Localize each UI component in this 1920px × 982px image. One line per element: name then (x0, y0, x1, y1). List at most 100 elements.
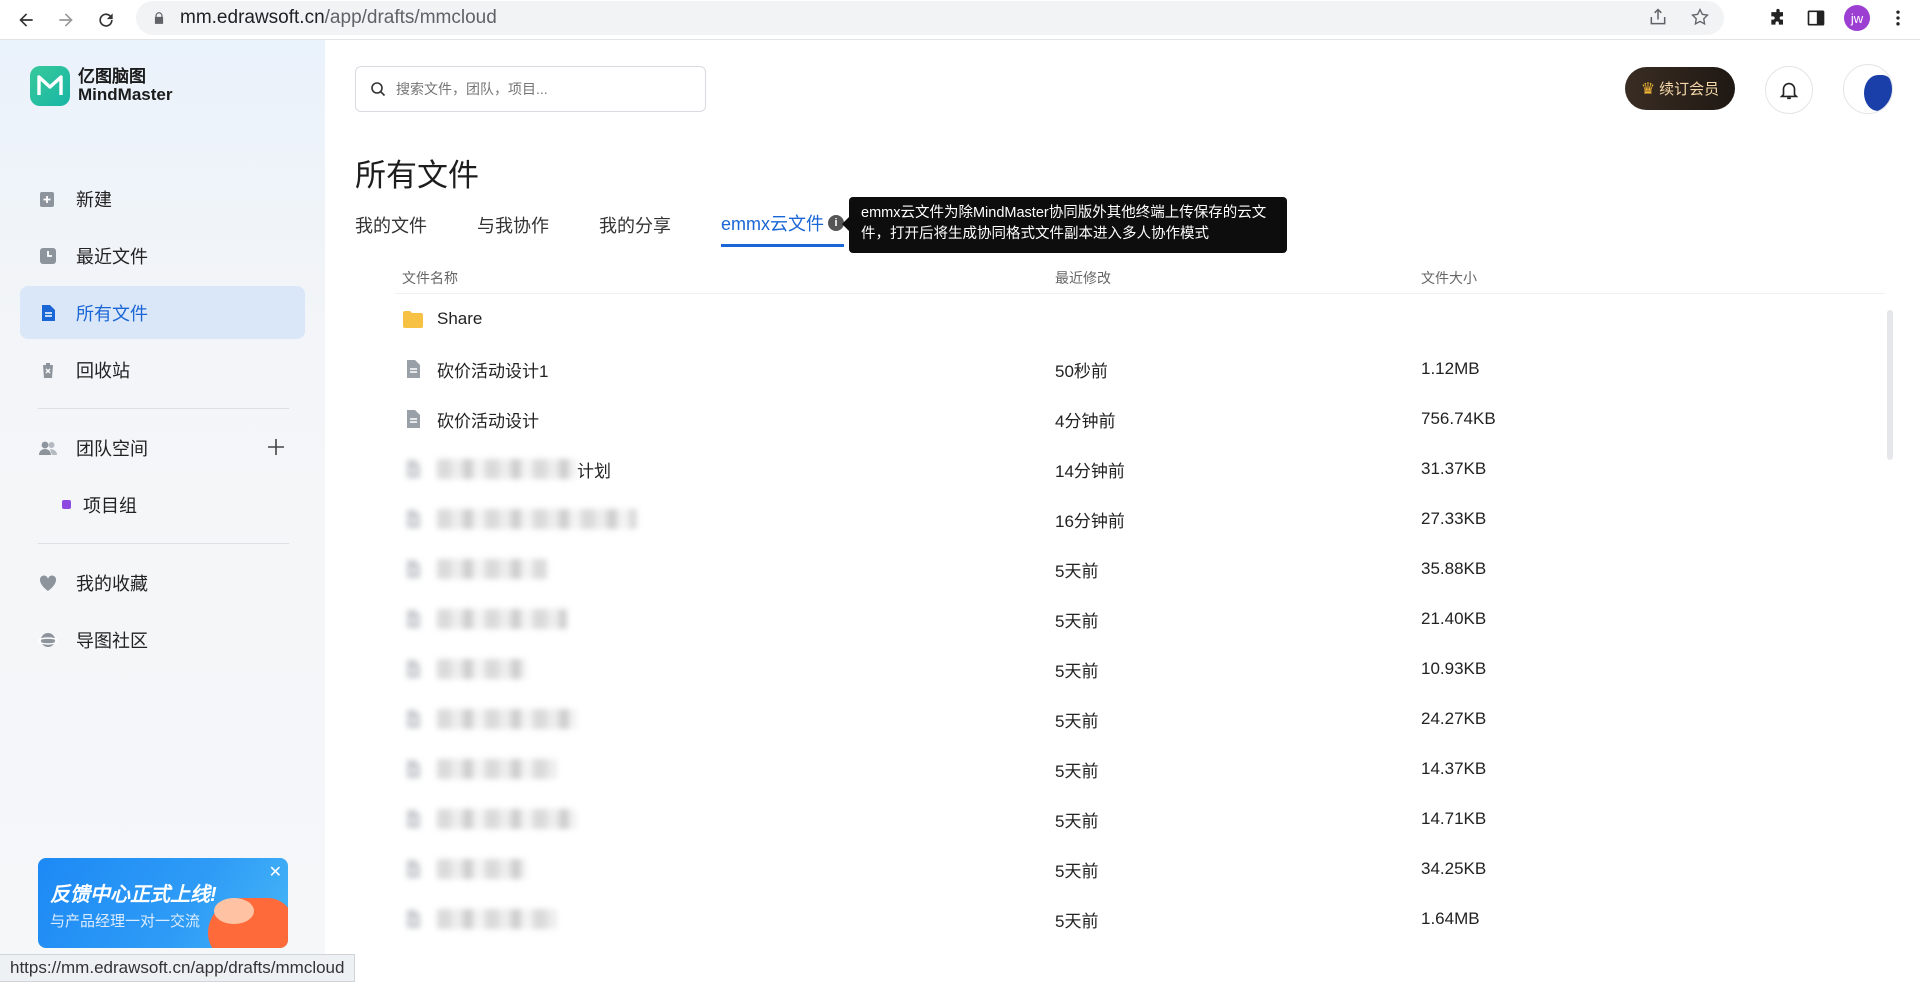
file-name-cell (395, 907, 1055, 931)
folder-icon (401, 307, 425, 331)
search-icon (371, 82, 386, 97)
sidebar-item-team-space[interactable]: 团队空间 (20, 421, 305, 474)
address-bar[interactable]: mm.edrawsoft.cn/app/drafts/mmcloud (136, 1, 1724, 35)
size-cell: 34.25KB (1421, 859, 1487, 878)
redacted-name (437, 559, 547, 579)
modified-cell: 5天前 (1055, 861, 1099, 881)
sidebar-item-label: 导图社区 (76, 630, 148, 651)
add-team-icon[interactable] (265, 436, 287, 458)
document-icon (401, 657, 425, 681)
table-row[interactable]: 5天前 21.40KB (395, 594, 1885, 644)
table-row[interactable]: Share (395, 294, 1885, 344)
more-vert-icon[interactable] (1888, 8, 1908, 28)
table-row[interactable]: 5天前 10.93KB (395, 644, 1885, 694)
new-file-icon (38, 189, 58, 209)
close-icon[interactable]: ✕ (269, 862, 282, 882)
tab-my-shares[interactable]: 我的分享 (599, 210, 671, 247)
document-icon (401, 707, 425, 731)
sidebar-item-project-group[interactable]: 项目组 (20, 478, 305, 531)
column-size[interactable]: 文件大小 (1421, 268, 1721, 288)
renew-membership-button[interactable]: ♛ 续订会员 (1625, 67, 1735, 110)
extensions-icon[interactable] (1768, 8, 1788, 28)
renew-label: 续订会员 (1659, 81, 1720, 98)
table-row[interactable]: 计划 14分钟前 31.37KB (395, 444, 1885, 494)
notifications-button[interactable] (1765, 66, 1813, 114)
redacted-name (437, 509, 637, 529)
table-row[interactable]: 16分钟前 27.33KB (395, 494, 1885, 544)
sidebar-item-label: 所有文件 (76, 303, 148, 324)
redacted-name (437, 809, 577, 829)
modified-cell: 50秒前 (1055, 361, 1108, 381)
file-icon (38, 303, 58, 323)
size-cell: 24.27KB (1421, 709, 1487, 728)
url-text: mm.edrawsoft.cn/app/drafts/mmcloud (180, 7, 497, 28)
table-row[interactable]: 5天前 14.71KB (395, 794, 1885, 844)
sidebar-item-trash[interactable]: 回收站 (20, 343, 305, 396)
share-icon[interactable] (1648, 7, 1668, 27)
tab-label: emmx云文件 (721, 214, 824, 234)
search-box[interactable] (355, 66, 706, 112)
sidebar-item-label: 项目组 (83, 495, 137, 516)
browser-toolbar: mm.edrawsoft.cn/app/drafts/mmcloud jw (0, 0, 1920, 40)
star-icon[interactable] (1690, 7, 1710, 27)
table-row[interactable]: 5天前 24.27KB (395, 694, 1885, 744)
clock-icon (38, 246, 58, 266)
arrow-left-icon (19, 12, 33, 27)
promo-subtitle: 与产品经理一对一交流 (50, 913, 201, 930)
file-name: 砍价活动设计 (437, 411, 539, 431)
table-row[interactable]: 砍价活动设计 4分钟前 756.74KB (395, 394, 1885, 444)
sidebar-menu: 新建 最近文件 所有文件 回收站 团队空间 项目组 我的收藏 导图社区 (20, 172, 305, 670)
forward-button[interactable] (52, 6, 80, 34)
file-name: Share (437, 309, 483, 328)
column-name[interactable]: 文件名称 (395, 268, 1055, 288)
sidebar-item-favorites[interactable]: 我的收藏 (20, 556, 305, 609)
side-panel-icon[interactable] (1806, 8, 1826, 28)
sidebar-item-recent[interactable]: 最近文件 (20, 229, 305, 282)
table-row[interactable]: 砍价活动设计1 50秒前 1.12MB (395, 344, 1885, 394)
table-body: Share 砍价活动设计1 50秒前 1.12MB 砍价活动设计 4分钟前 756.74KB… (395, 294, 1885, 944)
sidebar-item-label: 回收站 (76, 360, 130, 381)
reload-icon (99, 12, 113, 27)
sidebar-item-label: 新建 (76, 189, 112, 210)
search-input[interactable] (396, 81, 686, 97)
user-avatar[interactable] (1843, 64, 1893, 114)
file-name-cell (395, 757, 1055, 781)
modified-cell: 5天前 (1055, 761, 1099, 781)
back-button[interactable] (12, 6, 40, 34)
planet-icon (38, 630, 58, 650)
table-row[interactable]: 5天前 1.64MB (395, 894, 1885, 944)
sidebar-divider (38, 543, 289, 544)
scrollbar[interactable] (1887, 310, 1893, 460)
tooltip: emmx云文件为除MindMaster协同版外其他终端上传保存的云文件，打开后将… (842, 197, 1287, 253)
sidebar-item-all-files[interactable]: 所有文件 (20, 286, 305, 339)
app-logo[interactable]: 亿图脑图 MindMaster (30, 66, 172, 106)
heart-icon (38, 573, 58, 593)
table-row[interactable]: 5天前 35.88KB (395, 544, 1885, 594)
modified-cell: 5天前 (1055, 911, 1099, 931)
sidebar-item-community[interactable]: 导图社区 (20, 613, 305, 666)
redacted-name (437, 859, 527, 879)
reload-button[interactable] (92, 6, 120, 34)
mindmaster-logo-icon (30, 66, 70, 106)
redacted-name (437, 459, 577, 479)
file-name-cell (395, 557, 1055, 581)
sidebar: 亿图脑图 MindMaster 新建 最近文件 所有文件 回收站 团队空间 项目… (0, 40, 325, 982)
table-row[interactable]: 5天前 14.37KB (395, 744, 1885, 794)
modified-cell: 4分钟前 (1055, 411, 1116, 431)
tab-collaborate[interactable]: 与我协作 (477, 210, 549, 247)
redacted-name (437, 759, 557, 779)
profile-avatar[interactable]: jw (1844, 5, 1870, 31)
feedback-promo-banner[interactable]: 反馈中心正式上线! 与产品经理一对一交流 ✕ (38, 858, 288, 948)
sidebar-item-new[interactable]: 新建 (20, 172, 305, 225)
redacted-name (437, 659, 527, 679)
document-icon (401, 607, 425, 631)
column-modified[interactable]: 最近修改 (1055, 268, 1421, 288)
tab-my-files[interactable]: 我的文件 (355, 210, 427, 247)
document-icon (401, 907, 425, 931)
modified-cell: 5天前 (1055, 711, 1099, 731)
tab-emmx-cloud[interactable]: emmx云文件 i (721, 210, 844, 247)
table-row[interactable]: 5天前 34.25KB (395, 844, 1885, 894)
modified-cell: 16分钟前 (1055, 511, 1125, 531)
lock-icon (154, 12, 164, 24)
size-cell: 14.37KB (1421, 759, 1487, 778)
